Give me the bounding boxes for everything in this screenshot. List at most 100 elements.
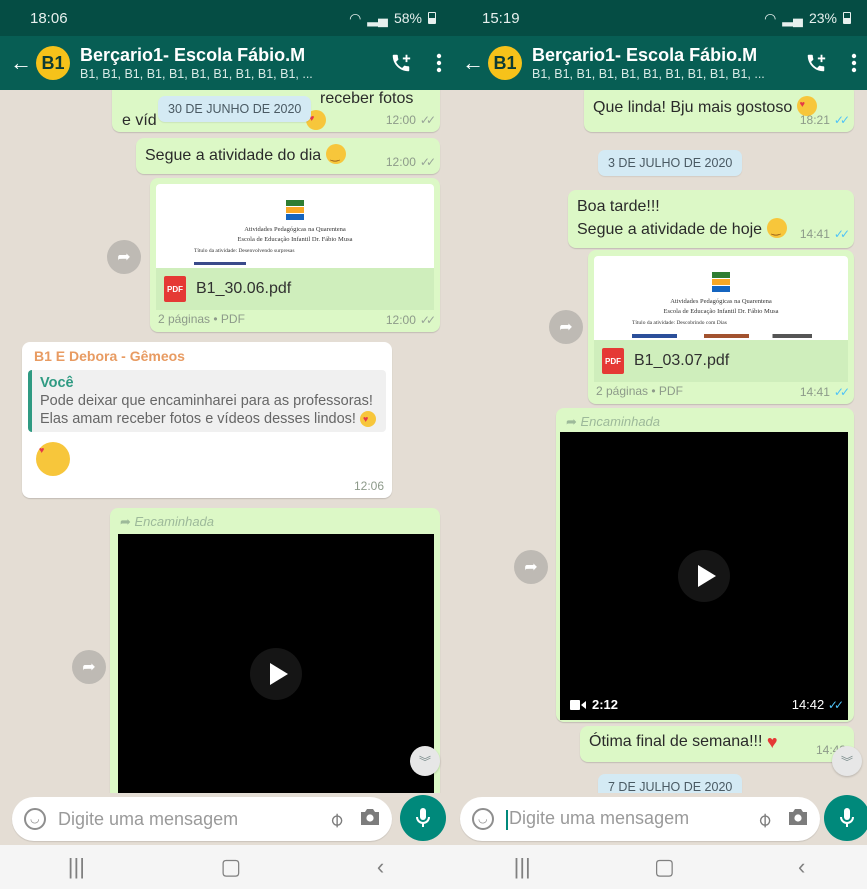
- back-arrow-icon[interactable]: ←: [462, 50, 484, 76]
- more-vert-icon[interactable]: [436, 53, 442, 73]
- document-preview[interactable]: Atividades Pedagógicas na Quarentena Esc…: [594, 256, 848, 340]
- more-vert-icon[interactable]: [851, 53, 857, 73]
- message-text-fragment: receber fotos: [320, 90, 414, 107]
- scroll-down-icon[interactable]: ︾: [410, 746, 440, 776]
- add-call-icon[interactable]: [390, 52, 412, 74]
- message-time: 14:41: [799, 385, 830, 399]
- date-separator: 3 DE JULHO DE 2020: [598, 150, 743, 176]
- message-meta: 12:00 ✓✓: [386, 313, 436, 327]
- scroll-down-icon[interactable]: ︾: [832, 746, 862, 776]
- wifi-icon: ◠: [349, 9, 362, 26]
- quoted-text: Pode deixar que encaminharei para as pro…: [40, 393, 373, 428]
- group-avatar[interactable]: B1: [488, 46, 522, 80]
- back-nav-icon[interactable]: ‹: [798, 854, 805, 880]
- message-meta: 12:00 ✓✓: [385, 113, 436, 127]
- status-time: 15:19: [482, 9, 520, 27]
- message-list[interactable]: Que linda! Bju mais gostoso 18:21 ✓✓ 3 D…: [452, 90, 867, 793]
- emoji-icon[interactable]: [24, 808, 46, 830]
- smiling-hearts-emoji-large: [36, 442, 70, 477]
- sender-name: B1 E Debora - Gêmeos: [34, 348, 185, 364]
- date-separator: 30 DE JUNHO DE 2020: [158, 96, 312, 122]
- emoji-icon[interactable]: [472, 808, 494, 830]
- document-message[interactable]: Atividades Pedagógicas na Quarentena Esc…: [588, 250, 854, 404]
- message-time: 14:42: [791, 697, 825, 712]
- forward-icon[interactable]: ➦: [72, 650, 106, 684]
- document-file-row[interactable]: PDF B1_30.06.pdf: [156, 268, 434, 310]
- play-icon[interactable]: [250, 648, 302, 700]
- video-thumbnail[interactable]: 2:12 14:42 ✓✓: [560, 432, 848, 720]
- message-meta: 14:42 ✓✓: [791, 697, 844, 712]
- forward-icon[interactable]: ➦: [549, 310, 583, 344]
- video-camera-icon: [570, 699, 586, 710]
- message-list[interactable]: receber fotos e víd 12:00 ✓✓ 30 DE JUNHO…: [0, 90, 452, 793]
- add-call-icon[interactable]: [805, 52, 827, 74]
- chat-title-block[interactable]: Berçario1- Escola Fábio.M B1, B1, B1, B1…: [532, 45, 795, 81]
- signal-icon: ▂▄: [782, 9, 803, 26]
- forwarded-text: Encaminhada: [134, 514, 215, 529]
- read-ticks-icon: ✓✓: [419, 113, 436, 127]
- recent-apps-icon[interactable]: |||: [514, 854, 531, 880]
- read-ticks-icon: ✓✓: [827, 698, 844, 712]
- forward-icon[interactable]: ➦: [514, 550, 548, 584]
- message-input[interactable]: Digite uma mensagem: [58, 809, 322, 830]
- date-separator: 7 DE JULHO DE 2020: [598, 774, 743, 793]
- back-nav-icon[interactable]: ‹: [377, 854, 384, 880]
- message-input-wrap[interactable]: Digite uma mensagem: [506, 808, 750, 830]
- camera-icon[interactable]: [788, 808, 808, 831]
- message-bubble[interactable]: Que linda! Bju mais gostoso 18:21 ✓✓: [584, 90, 854, 132]
- message-input[interactable]: Digite uma mensagem: [509, 808, 689, 828]
- pdf-icon: PDF: [164, 276, 186, 302]
- quoted-message[interactable]: Você Pode deixar que encaminharei para a…: [28, 370, 386, 433]
- mic-icon[interactable]: [824, 795, 867, 841]
- read-ticks-icon: ✓✓: [833, 385, 850, 399]
- smiling-hearts-emoji: [359, 411, 376, 428]
- document-message[interactable]: Atividades Pedagógicas na Quarentena Esc…: [150, 178, 440, 332]
- forwarded-video-message[interactable]: ➦ Encaminhada 2:12 14:42 ✓✓: [556, 408, 854, 722]
- hugging-face-emoji: [325, 144, 346, 164]
- message-text-line-2: Segue a atividade de hoje: [577, 221, 763, 239]
- mic-icon[interactable]: [400, 795, 446, 841]
- group-avatar[interactable]: B1: [36, 46, 70, 80]
- message-bubble[interactable]: Boa tarde!!! Segue a atividade de hoje 1…: [568, 190, 854, 248]
- message-bubble[interactable]: Ótima final de semana!!! ♥ 14:43: [580, 726, 854, 762]
- battery-icon: [428, 12, 436, 24]
- play-icon[interactable]: [678, 550, 730, 602]
- red-heart-emoji: ♥: [766, 732, 778, 752]
- message-meta: 14:41 ✓✓: [799, 385, 850, 399]
- camera-icon[interactable]: [360, 808, 380, 831]
- attach-icon[interactable]: ⌀: [323, 806, 349, 832]
- home-icon[interactable]: ▢: [221, 854, 242, 880]
- forwarded-video-message[interactable]: ➦ Encaminhada: [110, 508, 440, 793]
- message-text-line-1: Boa tarde!!!: [577, 198, 660, 215]
- preview-line-1: Atividades Pedagógicas na Quarentena: [670, 298, 772, 305]
- preview-line-2: Escola de Educação Infantil Dr. Fábio Mu…: [237, 236, 353, 243]
- message-time: 12:00: [385, 155, 416, 169]
- chat-title: Berçario1- Escola Fábio.M: [80, 45, 306, 65]
- status-indicators: ◠ ▂▄ 58%: [349, 10, 436, 27]
- back-arrow-icon[interactable]: ←: [10, 50, 32, 76]
- message-bubble[interactable]: Segue a atividade do dia 12:00 ✓✓: [136, 138, 440, 174]
- wifi-icon: ◠: [764, 9, 777, 26]
- message-input-bar: Digite uma mensagem ⌀: [0, 793, 452, 845]
- system-nav-bar: ||| ▢ ‹: [0, 845, 452, 889]
- forwarded-label: ➦ Encaminhada: [566, 414, 661, 429]
- message-meta: 14:41 ✓✓: [800, 226, 850, 243]
- left-phone-screen: 18:06 ◠ ▂▄ 58% ← B1 Berçario1- Escola Fá…: [0, 0, 452, 889]
- document-preview[interactable]: Atividades Pedagógicas na Quarentena Esc…: [156, 184, 434, 268]
- video-thumbnail[interactable]: [118, 534, 434, 793]
- message-meta: 12:00 ✓✓: [385, 155, 436, 169]
- recent-apps-icon[interactable]: |||: [68, 854, 85, 880]
- document-file-row[interactable]: PDF B1_03.07.pdf: [594, 340, 848, 382]
- chat-title-block[interactable]: Berçario1- Escola Fábio.M B1, B1, B1, B1…: [80, 45, 380, 81]
- message-time: 12:00: [385, 113, 416, 127]
- message-text: Ótima final de semana!!!: [589, 733, 763, 750]
- attach-icon[interactable]: ⌀: [751, 806, 777, 832]
- quoted-author: Você: [40, 375, 74, 391]
- home-icon[interactable]: ▢: [654, 854, 675, 880]
- text-cursor: [506, 809, 508, 830]
- incoming-reply-message[interactable]: B1 E Debora - Gêmeos Você Pode deixar qu…: [22, 342, 392, 498]
- forward-icon[interactable]: ➦: [107, 240, 141, 274]
- message-text: Que linda! Bju mais gostoso: [593, 99, 793, 116]
- message-input-field[interactable]: Digite uma mensagem ⌀: [460, 797, 820, 841]
- message-input-field[interactable]: Digite uma mensagem ⌀: [12, 797, 392, 841]
